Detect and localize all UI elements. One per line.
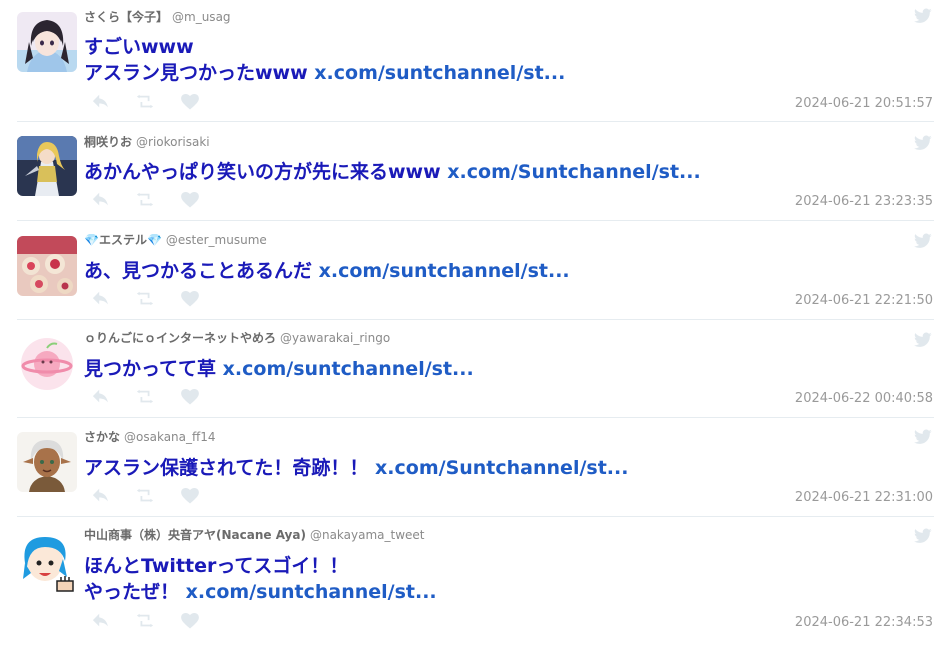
tweet-text-line: あ、見つかることあるんだ: [84, 260, 319, 282]
reply-icon[interactable]: [92, 488, 110, 504]
tweet-card: 桐咲りお @riokorisaki あかんやっぱり笑いの方が先に来るwww x.c…: [0, 122, 943, 221]
avatar-blue-hair-icon[interactable]: [17, 533, 77, 593]
heart-icon[interactable]: [181, 488, 199, 504]
tweet-text: アスラン保護されてた！奇跡！！ x.com/Suntchannel/st...: [84, 455, 628, 481]
twitter-bird-icon[interactable]: [914, 429, 932, 445]
tweet-timestamp[interactable]: 2024-06-21 23:23:35: [795, 194, 933, 210]
author-handle[interactable]: @osakana_ff14: [124, 430, 216, 444]
twitter-bird-icon[interactable]: [914, 332, 932, 348]
heart-icon[interactable]: [181, 94, 199, 110]
tweet-card: さくら【今子】 @m_usag すごいwww アスラン見つかったwww x.com…: [0, 0, 943, 122]
avatar-sweets-icon[interactable]: [17, 236, 77, 296]
reply-icon[interactable]: [92, 389, 110, 405]
retweet-icon[interactable]: [136, 192, 154, 208]
avatar-anime-girl-icon[interactable]: [17, 12, 77, 72]
author-name[interactable]: さくら【今子】: [84, 10, 168, 24]
tweet-timestamp[interactable]: 2024-06-21 20:51:57: [795, 96, 933, 112]
tweet-meta: さくら【今子】 @m_usag: [84, 9, 231, 25]
tweet-actions: [92, 94, 212, 110]
tweet-meta: ｏりんごにｏインターネットやめろ @yawarakai_ringo: [84, 330, 390, 346]
twitter-bird-icon[interactable]: [914, 8, 932, 24]
tweet-text-line-with-link: やったぜ！ x.com/suntchannel/st...: [84, 579, 437, 605]
tweet-text-line: あかんやっぱり笑いの方が先に来るwww: [84, 161, 448, 183]
tweet-text-line: すごいwww: [84, 36, 194, 58]
tweet-actions: [92, 488, 212, 504]
heart-icon[interactable]: [181, 192, 199, 208]
tweet-text: 見つかってて草 x.com/suntchannel/st...: [84, 356, 474, 382]
retweet-icon[interactable]: [136, 613, 154, 629]
tweet-actions: [92, 192, 212, 208]
author-name[interactable]: 桐咲りお: [84, 135, 132, 149]
retweet-icon[interactable]: [136, 94, 154, 110]
tweet-link[interactable]: x.com/Suntchannel/st...: [375, 457, 628, 479]
tweet-text: すごいwww アスラン見つかったwww x.com/suntchannel/st…: [84, 34, 565, 86]
twitter-bird-icon[interactable]: [914, 528, 932, 544]
tweet-text-line-with-link: アスラン保護されてた！奇跡！！ x.com/Suntchannel/st...: [84, 455, 628, 481]
tweet-text-line: アスラン保護されてた！奇跡！！: [84, 457, 376, 479]
tweet-text-line-with-link: あかんやっぱり笑いの方が先に来るwww x.com/Suntchannel/st…: [84, 159, 701, 185]
tweet-meta: 桐咲りお @riokorisaki: [84, 134, 210, 150]
tweet-card: 💎エステル💎 @ester_musume あ、見つかることあるんだ x.com/s…: [0, 221, 943, 320]
tweet-card: 中山商事（株）央音アヤ(Nacane Aya) @nakayama_tweet ほ…: [0, 517, 943, 658]
author-handle[interactable]: @riokorisaki: [136, 135, 210, 149]
avatar-knight-icon[interactable]: [17, 136, 77, 196]
tweet-timestamp[interactable]: 2024-06-21 22:34:53: [795, 615, 933, 631]
author-name[interactable]: さかな: [84, 430, 120, 444]
tweet-text-line: アスラン見つかったwww: [84, 62, 315, 84]
tweet-text-line-with-link: アスラン見つかったwww x.com/suntchannel/st...: [84, 60, 565, 86]
tweet-list: さくら【今子】 @m_usag すごいwww アスラン見つかったwww x.com…: [0, 0, 943, 658]
author-name[interactable]: 中山商事（株）央音アヤ(Nacane Aya): [84, 528, 306, 542]
tweet-text: あ、見つかることあるんだ x.com/suntchannel/st...: [84, 258, 570, 284]
tweet-text: ほんとTwitterってスゴイ！！ やったぜ！ x.com/suntchanne…: [84, 553, 437, 605]
tweet-text-line: 見つかってて草: [84, 358, 223, 380]
heart-icon[interactable]: [181, 389, 199, 405]
avatar-silver-hair-icon[interactable]: [17, 432, 77, 492]
twitter-bird-icon[interactable]: [914, 233, 932, 249]
tweet-actions: [92, 389, 212, 405]
tweet-meta: さかな @osakana_ff14: [84, 429, 216, 445]
tweet-text-line-with-link: 見つかってて草 x.com/suntchannel/st...: [84, 356, 474, 382]
author-name[interactable]: ｏりんごにｏインターネットやめろ: [84, 331, 276, 345]
tweet-timestamp[interactable]: 2024-06-21 22:21:50: [795, 293, 933, 309]
author-handle[interactable]: @ester_musume: [166, 233, 267, 247]
tweet-meta: 💎エステル💎 @ester_musume: [84, 232, 267, 248]
author-handle[interactable]: @nakayama_tweet: [310, 528, 425, 542]
tweet-card: さかな @osakana_ff14 アスラン保護されてた！奇跡！！ x.com/S…: [0, 418, 943, 517]
tweet-link[interactable]: x.com/suntchannel/st...: [186, 581, 437, 603]
reply-icon[interactable]: [92, 291, 110, 307]
tweet-actions: [92, 613, 212, 629]
reply-icon[interactable]: [92, 192, 110, 208]
tweet-text-line: ほんとTwitterってスゴイ！！: [84, 555, 349, 577]
tweet-link[interactable]: x.com/suntchannel/st...: [319, 260, 570, 282]
author-handle[interactable]: @m_usag: [172, 10, 231, 24]
tweet-text-line-with-link: あ、見つかることあるんだ x.com/suntchannel/st...: [84, 258, 570, 284]
tweet-link[interactable]: x.com/suntchannel/st...: [223, 358, 474, 380]
tweet-link[interactable]: x.com/Suntchannel/st...: [447, 161, 700, 183]
reply-icon[interactable]: [92, 94, 110, 110]
tweet-link[interactable]: x.com/suntchannel/st...: [314, 62, 565, 84]
retweet-icon[interactable]: [136, 488, 154, 504]
tweet-meta: 中山商事（株）央音アヤ(Nacane Aya) @nakayama_tweet: [84, 527, 425, 543]
tweet-text: あかんやっぱり笑いの方が先に来るwww x.com/Suntchannel/st…: [84, 159, 701, 185]
retweet-icon[interactable]: [136, 389, 154, 405]
avatar-pink-planet-icon[interactable]: [17, 334, 77, 394]
heart-icon[interactable]: [181, 291, 199, 307]
tweet-text-line: やったぜ！: [84, 581, 186, 603]
tweet-card: ｏりんごにｏインターネットやめろ @yawarakai_ringo 見つかってて草…: [0, 320, 943, 418]
tweet-timestamp[interactable]: 2024-06-21 22:31:00: [795, 490, 933, 506]
author-handle[interactable]: @yawarakai_ringo: [280, 331, 390, 345]
author-name[interactable]: 💎エステル💎: [84, 233, 162, 247]
heart-icon[interactable]: [181, 613, 199, 629]
retweet-icon[interactable]: [136, 291, 154, 307]
twitter-bird-icon[interactable]: [914, 135, 932, 151]
reply-icon[interactable]: [92, 613, 110, 629]
tweet-timestamp[interactable]: 2024-06-22 00:40:58: [795, 391, 933, 407]
tweet-actions: [92, 291, 212, 307]
